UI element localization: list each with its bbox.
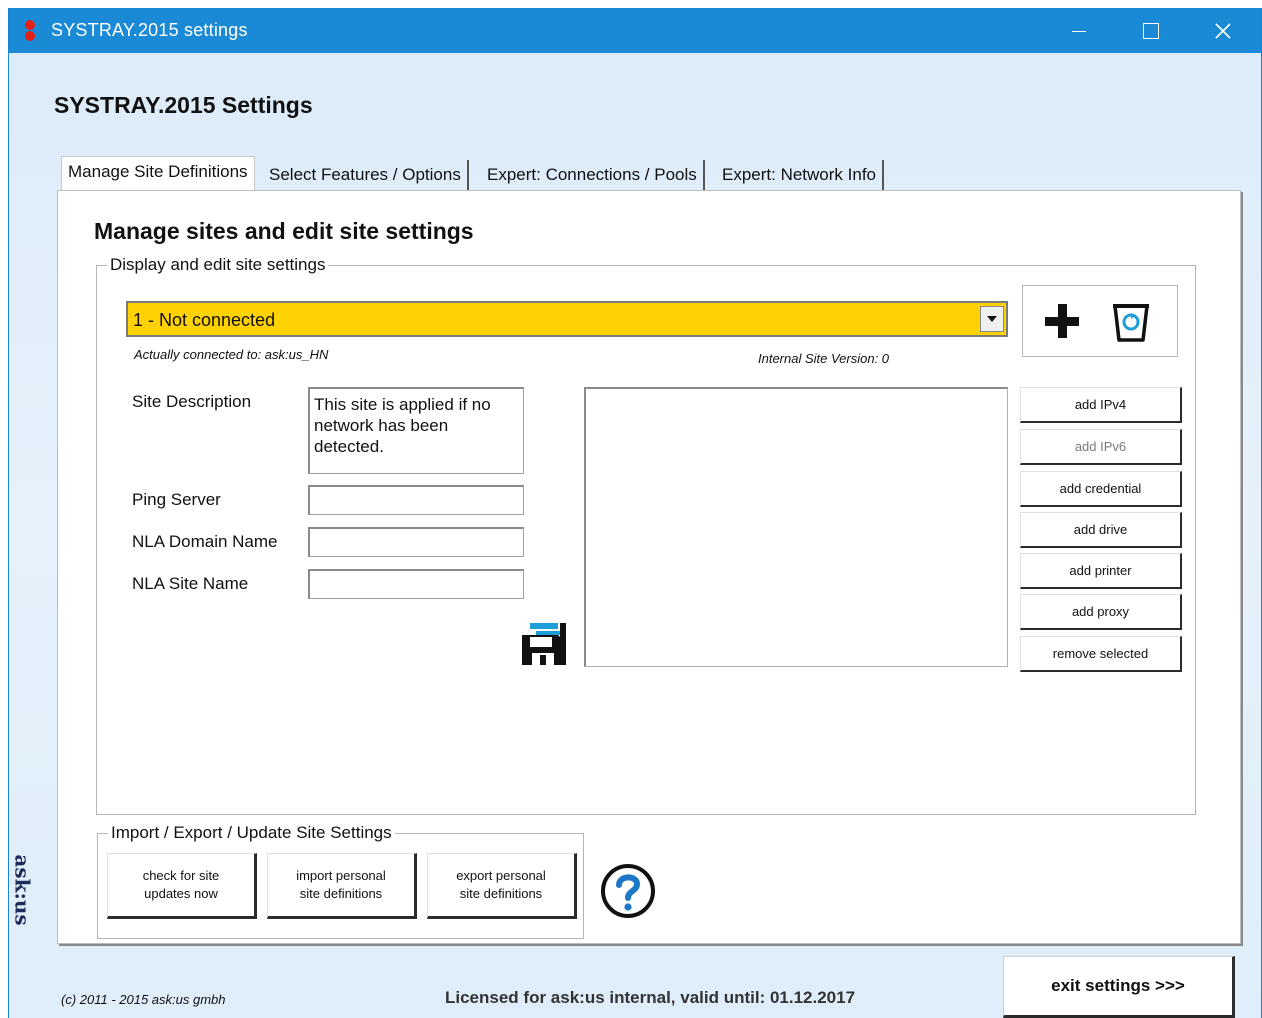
ping-server-label: Ping Server [132, 490, 221, 509]
nla-domain-label: NLA Domain Name [132, 532, 278, 551]
nla-site-field[interactable] [308, 569, 524, 599]
export-personal-line2: site definitions [459, 886, 543, 901]
site-description-label: Site Description [132, 392, 252, 411]
add-ipv4-button[interactable]: add IPv4 [1020, 387, 1182, 423]
check-updates-line1: check for site [142, 868, 220, 883]
remove-selected-button[interactable]: remove selected [1020, 636, 1182, 672]
app-heading: SYSTRAY.2015 Settings [54, 92, 313, 118]
check-updates-button[interactable]: check for site updates now [107, 853, 257, 919]
add-proxy-button[interactable]: add proxy [1020, 594, 1182, 630]
maximize-icon [1143, 22, 1159, 39]
export-personal-line1: export personal [456, 868, 546, 883]
minimize-button[interactable] [1043, 8, 1115, 53]
import-personal-button[interactable]: import personal site definitions [267, 853, 417, 919]
connected-to-text: Actually connected to: ask:us_HN [134, 347, 329, 362]
askus-logo: ask:us [11, 840, 35, 940]
add-drive-button[interactable]: add drive [1020, 512, 1182, 548]
check-updates-line2: updates now [144, 886, 218, 901]
selected-site: 1 - Not connected [133, 310, 276, 330]
add-icon[interactable] [1045, 304, 1081, 340]
add-credential-button[interactable]: add credential [1020, 471, 1182, 507]
internal-site-version: Internal Site Version: 0 [758, 351, 890, 366]
site-settings-list[interactable] [584, 387, 1008, 667]
settings-window: SYSTRAY.2015 settings SYSTRAY.2015 Setti… [8, 8, 1262, 1018]
copyright-text: (c) 2011 - 2015 ask:us gmbh [61, 992, 226, 1007]
dropdown-arrow-icon[interactable] [980, 306, 1004, 332]
ping-server-field[interactable] [308, 485, 524, 515]
add-printer-button[interactable]: add printer [1020, 553, 1182, 589]
app-icon [25, 20, 35, 42]
askus-logo-text: ask:us [11, 854, 36, 926]
close-button[interactable] [1187, 8, 1259, 53]
site-actions-box [1022, 285, 1178, 357]
close-icon [1215, 22, 1231, 39]
help-icon[interactable] [600, 863, 656, 919]
maximize-button[interactable] [1115, 8, 1187, 53]
panel-heading: Manage sites and edit site settings [94, 218, 474, 244]
window-title: SYSTRAY.2015 settings [51, 20, 248, 40]
tab-panel-manage-sites: Manage sites and edit site settings Disp… [57, 190, 1241, 944]
tab-expert-network-info[interactable]: Expert: Network Info [716, 160, 885, 191]
license-text: Licensed for ask:us internal, valid unti… [445, 988, 856, 1007]
import-personal-line2: site definitions [299, 886, 383, 901]
nla-domain-field[interactable] [308, 527, 524, 557]
display-edit-legend: Display and edit site settings [110, 255, 326, 274]
site-description-field[interactable]: This site is applied if no network has b… [308, 387, 524, 474]
import-export-legend: Import / Export / Update Site Settings [111, 823, 392, 842]
exit-settings-button[interactable]: exit settings >>> [1003, 956, 1235, 1018]
nla-site-label: NLA Site Name [132, 574, 249, 593]
site-select-dropdown[interactable]: 1 - Not connected [126, 301, 1008, 337]
recycle-bin-icon[interactable] [1111, 300, 1151, 344]
tab-select-features[interactable]: Select Features / Options [263, 160, 469, 191]
save-icon[interactable] [520, 621, 570, 667]
tab-strip: Manage Site Definitions Select Features … [57, 156, 1241, 196]
minimize-icon [1072, 31, 1086, 32]
export-personal-button[interactable]: export personal site definitions [427, 853, 577, 919]
tab-expert-connections[interactable]: Expert: Connections / Pools [481, 160, 705, 191]
import-personal-line1: import personal [296, 868, 386, 883]
add-ipv6-button[interactable]: add IPv6 [1020, 429, 1182, 465]
title-bar: SYSTRAY.2015 settings [9, 8, 1261, 53]
